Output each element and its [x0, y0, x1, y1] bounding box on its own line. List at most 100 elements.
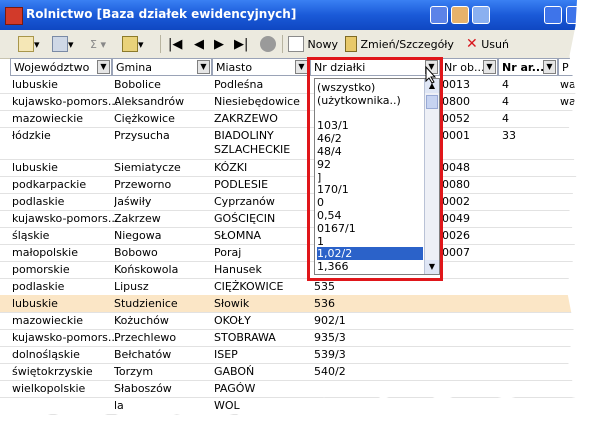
- table-cell-gmina: Ciężkowice: [114, 112, 175, 125]
- table-row[interactable]: lubuskie Studzienice Słowik 536: [0, 295, 589, 313]
- table-cell-woj: świętokrzyskie: [12, 365, 93, 378]
- table-cell-nr_ob: 0800: [442, 95, 470, 108]
- first-record-icon[interactable]: |◀: [168, 35, 182, 53]
- app-icon: [5, 7, 23, 25]
- table-cell-miasto: ISEP: [214, 348, 238, 361]
- delete-x-icon: ✕: [466, 36, 478, 52]
- view-menu-icon[interactable]: ▾: [18, 35, 40, 53]
- table-cell-miasto: STOBRAWA: [214, 331, 276, 344]
- table-row[interactable]: wielkopolskie Słaboszów PAGÓW: [0, 380, 589, 398]
- table-cell-nr_ob: 0080: [442, 178, 470, 191]
- table-row[interactable]: dolnośląskie Bełchatów ISEP 539/3: [0, 346, 589, 364]
- table-cell-miasto: Niesiebędowice: [214, 95, 300, 108]
- settings-icon[interactable]: [430, 6, 448, 24]
- table-row[interactable]: śląskie Niegowa SŁOMNA 0026: [0, 227, 589, 245]
- table-row[interactable]: mazowieckie Kożuchów OKOŁY 902/1: [0, 312, 589, 330]
- table-row[interactable]: podlaskie Jaświły Cyprzanów 0002: [0, 193, 589, 211]
- table-cell-gmina: Lipusz: [114, 280, 149, 293]
- table-cell-woj: kujawsko-pomors...: [12, 95, 119, 108]
- table-cell-nr_ob: 0026: [442, 229, 470, 242]
- delete-button[interactable]: ✕ Usuń: [466, 35, 509, 53]
- filter-dropdown-icon[interactable]: ▼: [197, 60, 210, 74]
- table-row[interactable]: pomorskie Końskowola Hanusek: [0, 261, 589, 279]
- table-row[interactable]: łódzkie Przysucha BIADOLINY SZLACHECKIE 000…: [0, 127, 589, 160]
- column-header-nr-arkusza[interactable]: Nr ar... ▼: [498, 58, 558, 76]
- table-cell-miasto: Podleśna: [214, 78, 264, 91]
- column-header-gmina[interactable]: Gmina ▼: [112, 58, 212, 76]
- table-cell-miasto: GOŚCIĘCIN: [214, 212, 276, 225]
- new-button[interactable]: Nowy: [288, 35, 338, 53]
- table-row[interactable]: małopolskie Bobowo Poraj 0007: [0, 244, 589, 262]
- toolbar: ▾ ▾ Σ ▾ ▾ |◀ ◀ ▶ ▶| Nowy Zmień/Szczegóły…: [0, 30, 589, 59]
- table-cell-gmina: Bobowo: [114, 246, 158, 259]
- table-row[interactable]: lubuskie Bobolice Podleśna 0013 4 wa: [0, 76, 589, 94]
- toolbar-separator: [282, 35, 283, 53]
- table-row[interactable]: podlaskie Lipusz CIĘŻKOWICE 535: [0, 278, 589, 296]
- column-header-wojewodztwo[interactable]: Województwo ▼: [10, 58, 112, 76]
- table-cell-gmina: Przysucha: [114, 129, 170, 142]
- table-cell-nr_dz: 539/3: [314, 348, 346, 361]
- edit-button[interactable]: Zmień/Szczegóły: [345, 35, 454, 53]
- table-cell-miasto: SŁOMNA: [214, 229, 262, 242]
- app-window: Rolnictwo [Baza działek ewidencyjnych] ▾…: [0, 0, 589, 430]
- table-cell-miasto: Hanusek: [214, 263, 262, 276]
- table-cell-nr_ar: 4: [502, 78, 509, 91]
- table-cell-woj: kujawsko-pomors...: [12, 212, 119, 225]
- table-cell-miasto: PAGÓW: [214, 382, 256, 395]
- table-cell-nr_ob: 0052: [442, 112, 470, 125]
- binoculars-icon[interactable]: [260, 35, 276, 53]
- export-icon[interactable]: ▾: [122, 35, 144, 53]
- table-cell-gmina: Torzym: [114, 365, 154, 378]
- table-cell-gmina: Siemiatycze: [114, 161, 181, 174]
- table-cell-woj: wielkopolskie: [12, 382, 86, 395]
- annotation-highlight-box: [307, 57, 443, 281]
- table-row[interactable]: mazowieckie Ciężkowice ZAKRZEWO 0052 4: [0, 110, 589, 128]
- table-cell-woj: pomorskie: [12, 263, 70, 276]
- table-cell-miasto: ZAKRZEWO: [214, 112, 278, 125]
- table-cell-woj: podlaskie: [12, 195, 65, 208]
- last-record-icon[interactable]: ▶|: [234, 35, 248, 53]
- print-icon[interactable]: ▾: [52, 35, 74, 53]
- window-title: Rolnictwo [Baza działek ewidencyjnych]: [26, 7, 297, 21]
- column-header-nr-obrebu[interactable]: Nr ob... ▼: [440, 58, 498, 76]
- calculator-icon[interactable]: [472, 6, 490, 24]
- table-row[interactable]: kujawsko-pomors... Aleksandrów Niesiebędow…: [0, 93, 589, 111]
- table-row[interactable]: świętokrzyskie Torzym GABOŃ 540/2: [0, 363, 589, 381]
- table-row[interactable]: kujawsko-pomors... Zakrzew GOŚCIĘCIN 0049: [0, 210, 589, 228]
- filter-dropdown-icon[interactable]: ▼: [97, 60, 110, 74]
- filter-dropdown-icon[interactable]: ▼: [543, 60, 556, 74]
- table-cell-nr_dz: 536: [314, 297, 335, 310]
- table-cell-miasto: BIADOLINY SZLACHECKIE: [214, 129, 291, 156]
- table-cell-miasto: Poraj: [214, 246, 242, 259]
- table-cell-gmina: Aleksandrów: [114, 95, 185, 108]
- mouse-cursor-icon: [425, 66, 437, 84]
- minimize-button[interactable]: [544, 6, 562, 24]
- table-cell-miasto: KÓZKI: [214, 161, 248, 174]
- table-row[interactable]: kujawsko-pomors... Przechlewo STOBRAWA 935/…: [0, 329, 589, 347]
- prev-record-icon[interactable]: ◀: [194, 35, 204, 53]
- table-row[interactable]: podkarpackie Przeworno PODLESIE 0080: [0, 176, 589, 194]
- edit-pencil-icon: [345, 36, 357, 52]
- column-header-miasto[interactable]: Miasto ▼: [212, 58, 310, 76]
- sum-icon[interactable]: Σ ▾: [90, 35, 106, 53]
- next-record-icon[interactable]: ▶: [214, 35, 224, 53]
- table-cell-miasto: GABOŃ: [214, 365, 255, 378]
- filter-dropdown-icon[interactable]: ▼: [483, 60, 496, 74]
- title-bar: Rolnictwo [Baza działek ewidencyjnych]: [0, 0, 589, 30]
- table-cell-gmina: Studzienice: [114, 297, 178, 310]
- table-cell-nr_dz: 540/2: [314, 365, 346, 378]
- table-cell-nr_ob: 0013: [442, 78, 470, 91]
- table-cell-woj: mazowieckie: [12, 314, 84, 327]
- table-cell-nr_ar: 4: [502, 95, 509, 108]
- table-cell-nr_ob: 0049: [442, 212, 470, 225]
- table-cell-nr_ar: 33: [502, 129, 516, 142]
- table-cell-nr_ob: 0002: [442, 195, 470, 208]
- user-icon[interactable]: [451, 6, 469, 24]
- table-cell-gmina: Niegowa: [114, 229, 162, 242]
- table-cell-gmina: Zakrzew: [114, 212, 161, 225]
- table-cell-miasto: CIĘŻKOWICE: [214, 280, 284, 293]
- table-cell-woj: kujawsko-pomors...: [12, 331, 119, 344]
- table-row[interactable]: lubuskie Siemiatycze KÓZKI 0048: [0, 159, 589, 177]
- toolbar-separator: [160, 35, 161, 53]
- table-cell-nr_ob: 0001: [442, 129, 470, 142]
